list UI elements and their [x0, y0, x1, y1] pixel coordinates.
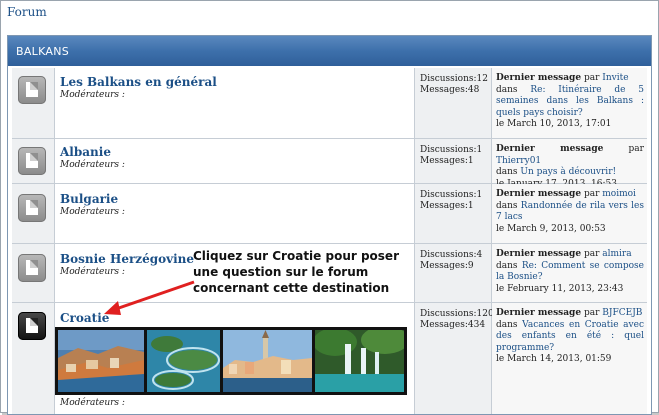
window-frame: Forum BALKANS Les Balkans en général Mod…	[0, 0, 659, 415]
annotation-arrow-icon	[104, 280, 195, 315]
